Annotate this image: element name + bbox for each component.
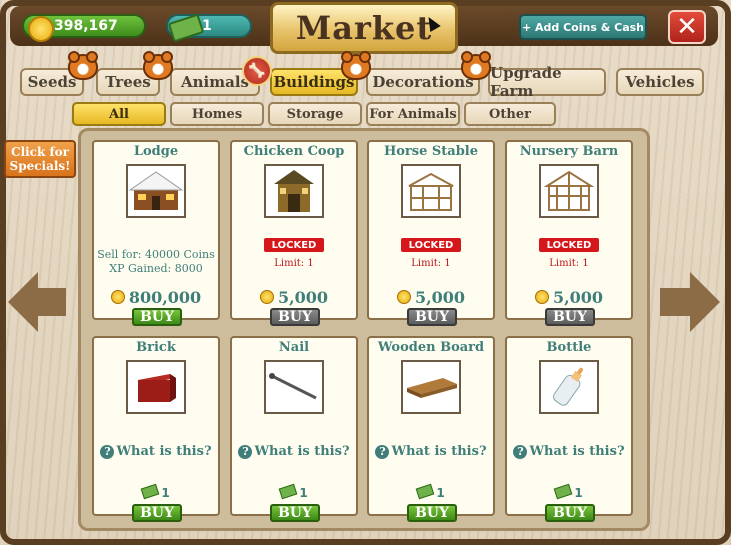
cash-price: 1 xyxy=(507,483,631,500)
buy-button[interactable]: BUY xyxy=(407,504,457,522)
cash-icon xyxy=(279,483,298,500)
tab-upgrade-farm[interactable]: Upgrade Farm xyxy=(488,64,606,100)
cash-price: 1 xyxy=(232,483,356,500)
horse-stable-icon xyxy=(401,164,461,218)
buy-button[interactable]: BUY xyxy=(545,308,595,326)
coin-icon xyxy=(259,290,274,304)
add-coins-cash-button[interactable]: + Add Coins & Cash xyxy=(519,14,647,40)
limit-text: Limit: 1 xyxy=(274,258,314,269)
price: 800,000 xyxy=(94,288,218,307)
item-title: Nursery Barn xyxy=(519,144,619,159)
wooden-board-icon xyxy=(401,360,461,414)
buy-button[interactable]: BUY xyxy=(270,308,320,326)
item-title: Wooden Board xyxy=(377,340,485,355)
cash-icon xyxy=(141,483,160,500)
item-card-nail[interactable]: Nail ? What is this? 1 BUY xyxy=(230,336,358,522)
tiger-icon xyxy=(68,51,98,80)
price: 5,000 xyxy=(232,288,356,307)
nail-icon xyxy=(264,360,324,414)
buy-button[interactable]: BUY xyxy=(270,504,320,522)
locked-badge: LOCKED xyxy=(539,238,599,252)
cash-price: 1 xyxy=(94,483,218,500)
subtab-all[interactable]: All xyxy=(72,102,166,126)
item-title: Chicken Coop xyxy=(243,144,345,159)
item-title: Lodge xyxy=(133,144,179,159)
lodge-icon xyxy=(126,164,186,218)
chicken-coop-icon xyxy=(264,164,324,218)
limit-text: Limit: 1 xyxy=(549,258,589,269)
item-card-wooden-board[interactable]: Wooden Board ? What is this? 1 BUY xyxy=(367,336,495,522)
item-card-lodge[interactable]: Lodge Sell for: 40000 Coins XP Gained: 8… xyxy=(92,140,220,326)
item-card-horse-stable[interactable]: Horse Stable LOCKED Limit: 1 5,000 BUY xyxy=(367,140,495,326)
tiger-icon xyxy=(143,51,173,80)
locked-badge: LOCKED xyxy=(264,238,324,252)
coin-icon xyxy=(110,290,125,304)
item-title: Horse Stable xyxy=(383,144,479,159)
next-page-arrow-icon[interactable] xyxy=(690,272,720,332)
coin-icon xyxy=(396,290,411,304)
tiger-icon xyxy=(341,51,371,80)
locked-badge: LOCKED xyxy=(401,238,461,252)
coin-balance: 398,167 xyxy=(22,14,146,42)
sell-value: Sell for: 40000 Coins xyxy=(97,248,215,261)
xp-gained: XP Gained: 8000 xyxy=(109,262,203,275)
help-icon: ? xyxy=(375,445,390,459)
next-page-arrow-tail[interactable] xyxy=(660,288,690,316)
cash-price: 1 xyxy=(369,483,493,500)
item-title: Bottle xyxy=(546,340,592,355)
previous-page-arrow-icon[interactable] xyxy=(8,272,38,332)
coin-amount: 398,167 xyxy=(54,18,118,34)
help-icon: ? xyxy=(513,445,528,459)
coin-icon xyxy=(28,16,54,42)
tiger-icon xyxy=(461,51,491,80)
specials-button[interactable]: Click for Specials! xyxy=(4,140,76,178)
item-title: Brick xyxy=(136,340,176,355)
buy-button[interactable]: BUY xyxy=(132,308,182,326)
coin-icon xyxy=(534,290,549,304)
cash-icon xyxy=(554,483,573,500)
tab-vehicles[interactable]: Vehicles xyxy=(616,68,704,96)
brick-icon xyxy=(126,360,186,414)
item-card-brick[interactable]: Brick ? What is this? 1 BUY xyxy=(92,336,220,522)
subtab-storage[interactable]: Storage xyxy=(268,102,362,126)
subtab-other[interactable]: Other xyxy=(464,102,556,126)
subtab-homes[interactable]: Homes xyxy=(170,102,264,126)
bone-badge-icon: 🦴 xyxy=(242,56,272,86)
buy-button[interactable]: BUY xyxy=(132,504,182,522)
what-is-this-link[interactable]: ? What is this? xyxy=(369,444,493,459)
buy-button[interactable]: BUY xyxy=(545,504,595,522)
help-icon: ? xyxy=(238,445,253,459)
close-button[interactable]: ✕ xyxy=(668,10,706,44)
item-card-nursery-barn[interactable]: Nursery Barn LOCKED Limit: 1 5,000 BUY xyxy=(505,140,633,326)
buy-button[interactable]: BUY xyxy=(407,308,457,326)
price: 5,000 xyxy=(369,288,493,307)
what-is-this-link[interactable]: ? What is this? xyxy=(94,444,218,459)
item-card-chicken-coop[interactable]: Chicken Coop LOCKED Limit: 1 5,000 BUY xyxy=(230,140,358,326)
item-title: Nail xyxy=(278,340,310,355)
cash-balance: 1 xyxy=(166,13,252,43)
nursery-barn-icon xyxy=(539,164,599,218)
item-card-bottle[interactable]: Bottle ? What is this? 1 BUY xyxy=(505,336,633,522)
cash-icon xyxy=(416,483,435,500)
what-is-this-link[interactable]: ? What is this? xyxy=(507,444,631,459)
limit-text: Limit: 1 xyxy=(411,258,451,269)
bottle-icon xyxy=(539,360,599,414)
previous-page-arrow-tail[interactable] xyxy=(36,288,66,316)
price: 5,000 xyxy=(507,288,631,307)
help-icon: ? xyxy=(100,445,115,459)
what-is-this-link[interactable]: ? What is this? xyxy=(232,444,356,459)
subtab-for-animals[interactable]: For Animals xyxy=(366,102,460,126)
